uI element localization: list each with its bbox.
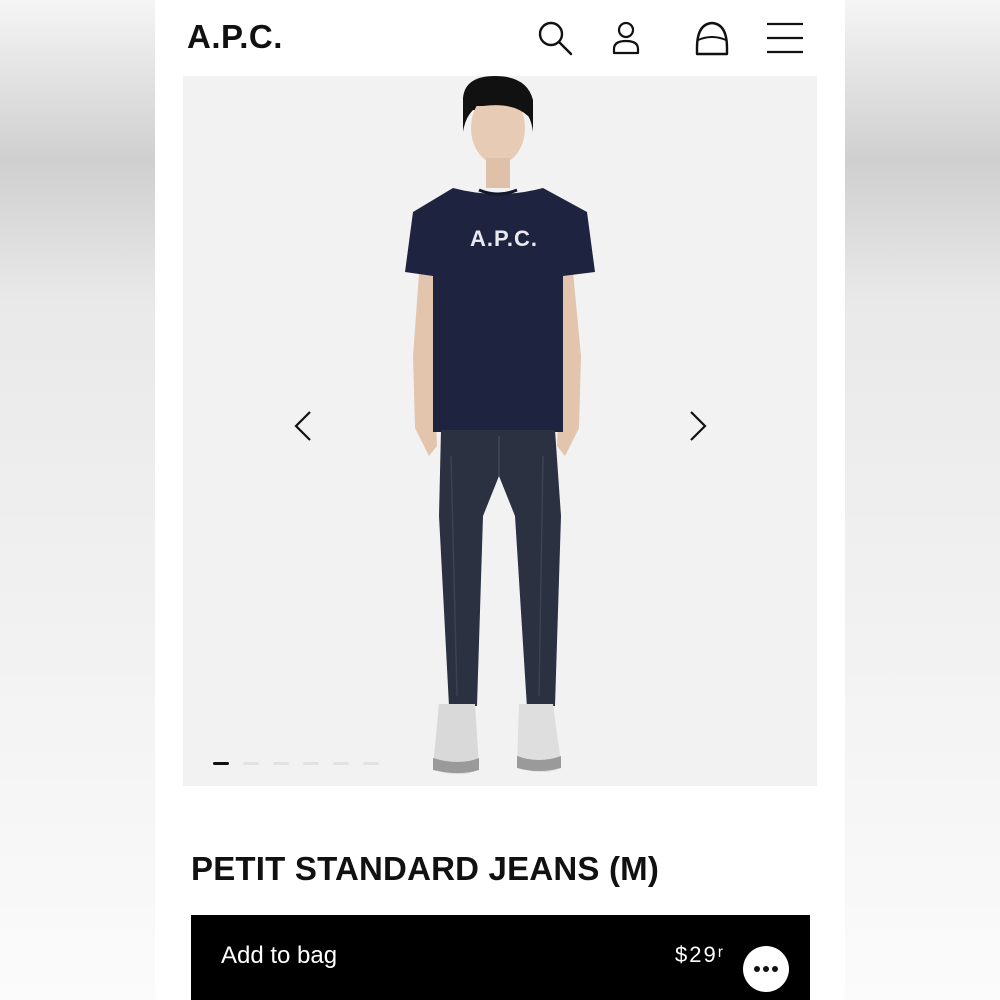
menu-icon[interactable] bbox=[765, 18, 805, 58]
chevron-right-icon[interactable] bbox=[683, 406, 713, 446]
chat-icon[interactable] bbox=[743, 946, 789, 992]
pagination-dot[interactable] bbox=[273, 762, 289, 765]
product-title: PETIT STANDARD JEANS (M) bbox=[191, 850, 660, 887]
brand-logo[interactable]: A.P.C. bbox=[187, 18, 283, 56]
pagination-dot[interactable] bbox=[243, 762, 259, 765]
product-photo bbox=[405, 76, 595, 774]
shirt-logo-print: A.P.C. bbox=[470, 226, 538, 251]
chevron-left-icon[interactable] bbox=[288, 406, 318, 446]
site-header: A.P.C. bbox=[155, 0, 845, 76]
search-icon[interactable] bbox=[535, 18, 575, 58]
backdrop-left bbox=[0, 0, 155, 1000]
pagination-dot[interactable] bbox=[333, 762, 349, 765]
pagination-dot[interactable] bbox=[363, 762, 379, 765]
backdrop-right bbox=[845, 0, 1000, 1000]
account-icon[interactable] bbox=[607, 18, 647, 58]
add-to-bag-button[interactable]: Add to bag $29ʳ bbox=[191, 915, 810, 1000]
gallery-pagination bbox=[213, 762, 379, 768]
add-to-bag-label: Add to bag bbox=[221, 942, 338, 969]
product-price: $29ʳ bbox=[675, 942, 725, 967]
bag-icon[interactable] bbox=[692, 18, 732, 58]
product-gallery[interactable]: A.P.C. bbox=[183, 76, 817, 786]
pagination-dot[interactable] bbox=[213, 762, 229, 765]
mobile-page: A.P.C. A.P.C. PETIT STANDARD JEANS (M) A… bbox=[155, 0, 845, 1000]
pagination-dot[interactable] bbox=[303, 762, 319, 765]
